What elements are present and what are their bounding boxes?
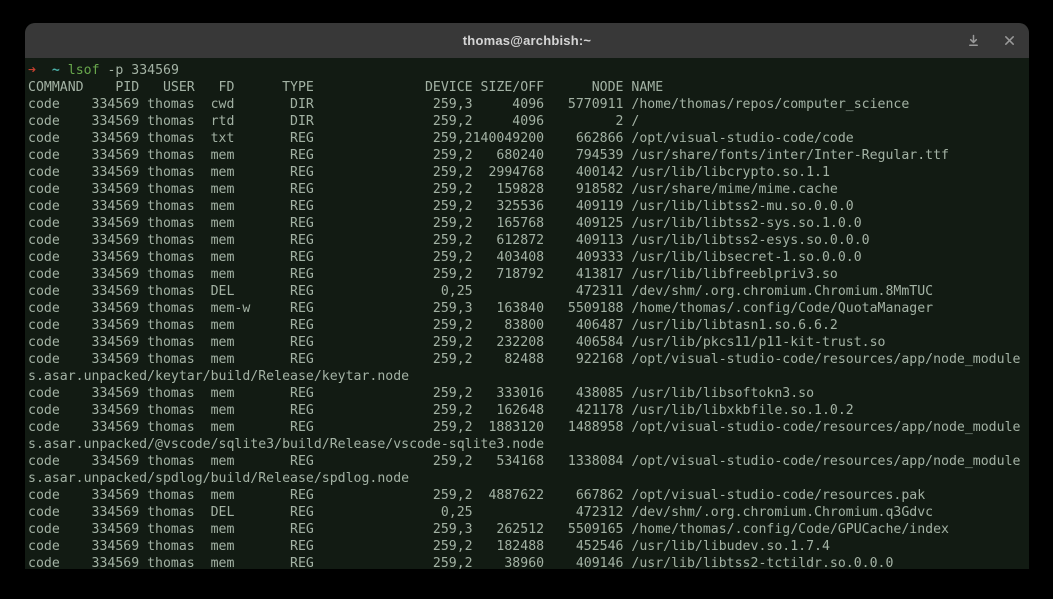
prompt-command: lsof	[68, 63, 100, 78]
lsof-row: code 334569 thomas mem-w REG 259,3 16384…	[28, 300, 1020, 317]
lsof-row: code 334569 thomas mem REG 259,2 1883120…	[28, 419, 1020, 453]
lsof-row: code 334569 thomas mem REG 259,3 262512 …	[28, 521, 1020, 538]
lsof-row: code 334569 thomas cwd DIR 259,3 4096 57…	[28, 96, 1020, 113]
download-icon	[967, 34, 980, 47]
prompt-args: -p 334569	[107, 63, 178, 78]
close-button[interactable]	[1001, 33, 1017, 49]
lsof-row: code 334569 thomas mem REG 259,2 159828 …	[28, 181, 1020, 198]
lsof-row: code 334569 thomas mem REG 259,2 82488 9…	[28, 351, 1020, 385]
lsof-row: code 334569 thomas mem REG 259,2 232208 …	[28, 334, 1020, 351]
prompt-arrow-icon: ➜	[28, 63, 36, 78]
terminal-window: thomas@archbish:~ ➜ ~ ls	[25, 23, 1029, 569]
titlebar[interactable]: thomas@archbish:~	[25, 23, 1029, 58]
lsof-row: code 334569 thomas rtd DIR 259,2 4096 2 …	[28, 113, 1020, 130]
lsof-row: code 334569 thomas mem REG 259,2 612872 …	[28, 232, 1020, 249]
terminal-output: ➜ ~ lsof -p 334569 COMMAND PID USER FD T…	[28, 62, 1020, 569]
prompt-cwd: ~	[52, 63, 60, 78]
download-button[interactable]	[965, 33, 981, 49]
lsof-row: code 334569 thomas mem REG 259,2 403408 …	[28, 249, 1020, 266]
lsof-row: code 334569 thomas mem REG 259,2 680240 …	[28, 147, 1020, 164]
window-controls	[965, 23, 1017, 58]
lsof-header-row: COMMAND PID USER FD TYPE DEVICE SIZE/OFF…	[28, 79, 1020, 96]
prompt-line: ➜ ~ lsof -p 334569	[28, 62, 1020, 79]
lsof-row: code 334569 thomas mem REG 259,2 333016 …	[28, 385, 1020, 402]
window-title: thomas@archbish:~	[463, 33, 591, 48]
lsof-row: code 334569 thomas mem REG 259,2 325536 …	[28, 198, 1020, 215]
lsof-row: code 334569 thomas DEL REG 0,25 472312 /…	[28, 504, 1020, 521]
lsof-row: code 334569 thomas mem REG 259,2 718792 …	[28, 266, 1020, 283]
desktop: { "window": { "title": "thomas@archbish:…	[0, 0, 1053, 599]
lsof-row: code 334569 thomas mem REG 259,2 83800 4…	[28, 317, 1020, 334]
terminal-screen[interactable]: ➜ ~ lsof -p 334569 COMMAND PID USER FD T…	[25, 58, 1029, 569]
lsof-row: code 334569 thomas mem REG 259,2 4887622…	[28, 487, 1020, 504]
lsof-row: code 334569 thomas mem REG 259,2 2994768…	[28, 164, 1020, 181]
lsof-row: code 334569 thomas mem REG 259,2 38960 4…	[28, 555, 1020, 569]
lsof-row: code 334569 thomas txt REG 259,214004920…	[28, 130, 1020, 147]
lsof-row: code 334569 thomas mem REG 259,2 162648 …	[28, 402, 1020, 419]
lsof-row: code 334569 thomas mem REG 259,2 534168 …	[28, 453, 1020, 487]
lsof-row: code 334569 thomas mem REG 259,2 182488 …	[28, 538, 1020, 555]
lsof-row: code 334569 thomas DEL REG 0,25 472311 /…	[28, 283, 1020, 300]
lsof-row: code 334569 thomas mem REG 259,2 165768 …	[28, 215, 1020, 232]
close-icon	[1004, 35, 1015, 46]
